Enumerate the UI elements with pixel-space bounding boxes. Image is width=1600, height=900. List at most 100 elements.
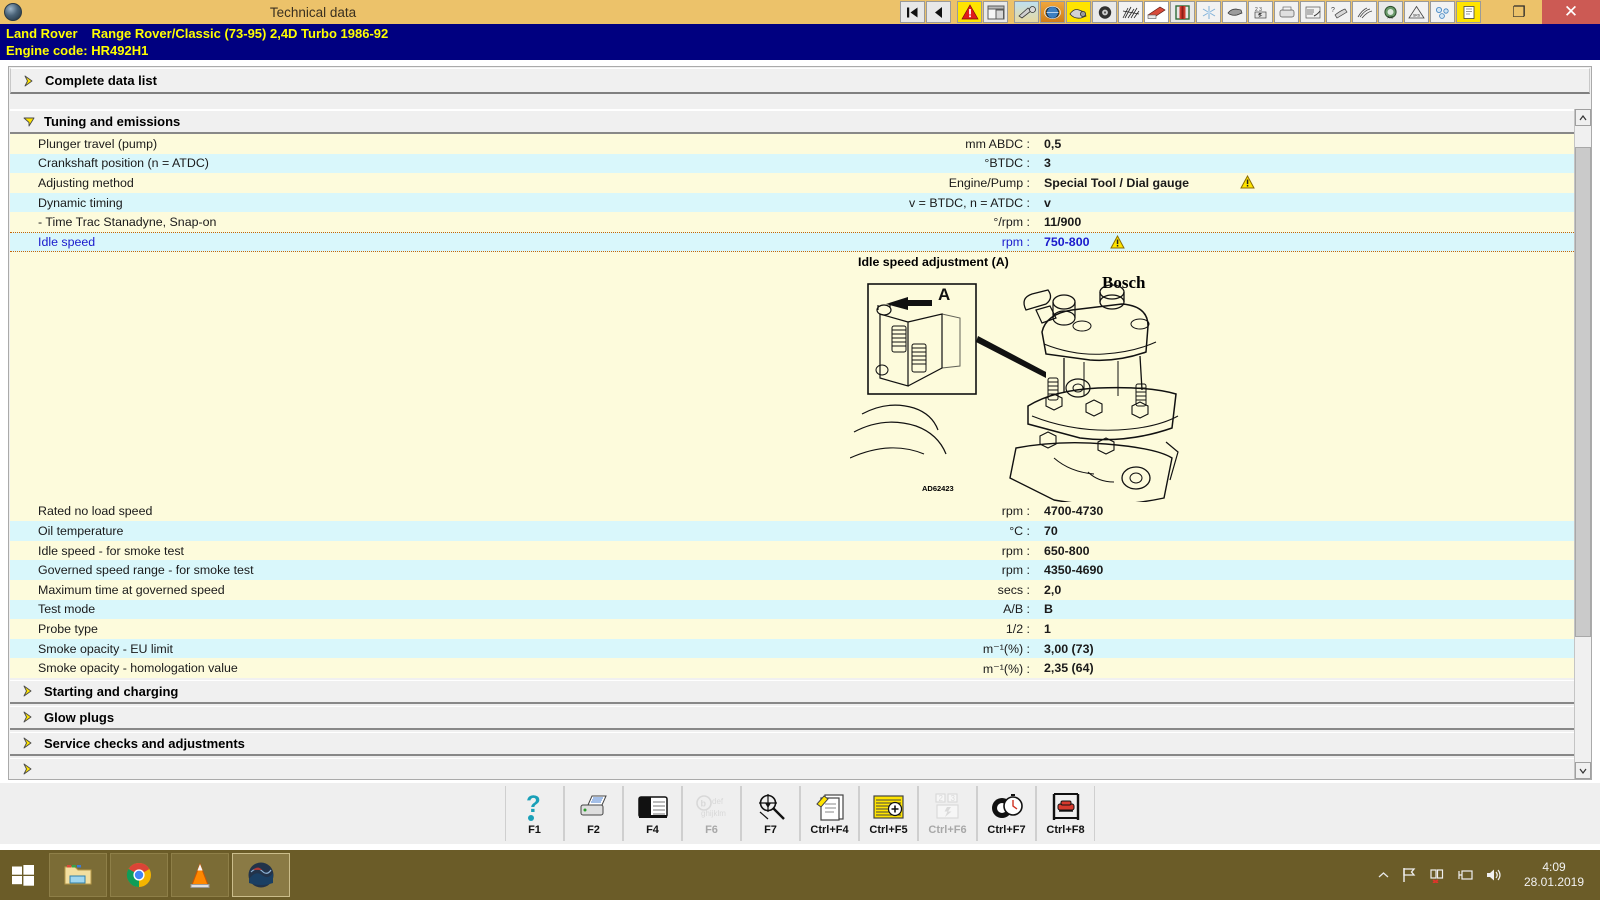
table-row[interactable]: Idle speed - for smoke testrpm :650-800 — [10, 541, 1576, 561]
tuning-rows-bottom: Rated no load speedrpm :4700-4730Oil tem… — [10, 502, 1576, 678]
previous-record-icon[interactable] — [926, 1, 951, 23]
row-unit: mm ABDC : — [670, 137, 1030, 151]
table-row[interactable]: Smoke opacity - homologation valuem⁻¹(%)… — [10, 658, 1576, 678]
taskbar-autodata[interactable] — [232, 853, 290, 897]
taskbar-vlc[interactable] — [171, 853, 229, 897]
warning-icon[interactable] — [957, 1, 982, 23]
network-disconnected-icon[interactable] — [1429, 867, 1445, 883]
display-icon[interactable] — [1457, 867, 1473, 883]
function-key-toolbar: ?F1F2F4bdefghijklmF6F7Ctrl+F4Ctrl+F523Ct… — [0, 782, 1600, 844]
battery-icon[interactable]: 2 3 — [1248, 1, 1273, 23]
row-label: Idle speed — [38, 235, 95, 249]
table-row[interactable]: - Time Trac Stanadyne, Snap-on°/rpm :11/… — [10, 212, 1576, 232]
help-icon: ? — [521, 790, 549, 823]
engine-code-value: HR492H1 — [91, 43, 148, 58]
table-row[interactable]: Plunger travel (pump)mm ABDC :0,5 — [10, 134, 1576, 154]
diagnostics-query-icon[interactable]: ? — [1326, 1, 1351, 23]
table-row[interactable]: Rated no load speedrpm :4700-4730 — [10, 502, 1576, 522]
row-unit: m⁻¹(%) : — [670, 641, 1030, 656]
wheel-alignment-icon[interactable] — [1092, 1, 1117, 23]
table-row[interactable]: Test modeA/B :B — [10, 600, 1576, 620]
technical-data-panel: Complete data list Tuning and emissions … — [8, 66, 1592, 780]
table-row[interactable]: Maximum time at governed speedsecs :2,0 — [10, 580, 1576, 600]
row-unit: rpm : — [670, 504, 1030, 518]
group-next-partial[interactable] — [10, 758, 1576, 779]
row-value: 2,0 — [1044, 583, 1061, 597]
function-key-ctrl-f7[interactable]: Ctrl+F7 — [977, 786, 1036, 841]
function-key-ctrl-f8[interactable]: Ctrl+F8 — [1036, 786, 1095, 841]
group-service-checks[interactable]: Service checks and adjustments — [10, 732, 1576, 756]
row-value: Special Tool / Dial gauge — [1044, 176, 1189, 190]
warning-triangle-icon[interactable] — [1240, 175, 1255, 189]
close-button[interactable]: ✕ — [1542, 0, 1600, 24]
row-unit: secs : — [670, 583, 1030, 597]
row-label: Dynamic timing — [38, 196, 123, 210]
lubrication-icon[interactable] — [1066, 1, 1091, 23]
table-row[interactable]: Oil temperature°C :70 — [10, 521, 1576, 541]
table-row[interactable]: Dynamic timingv = BTDC, n = ATDC :v — [10, 193, 1576, 213]
row-label: Oil temperature — [38, 524, 123, 538]
airbag-icon[interactable]: SRS — [1404, 1, 1429, 23]
group-glow-plugs[interactable]: Glow plugs — [10, 706, 1576, 730]
table-row[interactable]: Crankshaft position (n = ATDC)°BTDC :3 — [10, 154, 1576, 174]
function-key-label: Ctrl+F7 — [987, 824, 1025, 836]
function-key-f4[interactable]: F4 — [623, 786, 682, 841]
scroll-down-button[interactable] — [1575, 762, 1591, 779]
vertical-scrollbar[interactable] — [1574, 109, 1590, 779]
taskbar-file-explorer[interactable] — [49, 853, 107, 897]
row-unit: v = BTDC, n = ATDC : — [670, 196, 1030, 210]
window-panels-icon[interactable] — [983, 1, 1008, 23]
row-unit: m⁻¹(%) : — [670, 661, 1030, 676]
taskbar-clock[interactable]: 4:09 28.01.2019 — [1516, 860, 1592, 890]
group-complete-data-list[interactable]: Complete data list — [10, 68, 1590, 94]
table-row[interactable]: Idle speedrpm :750-800 — [10, 232, 1576, 252]
function-key-ctrl-f4[interactable]: Ctrl+F4 — [800, 786, 859, 841]
air-conditioning-icon[interactable] — [1196, 1, 1221, 23]
ac-gauge-icon[interactable]: A/C — [1378, 1, 1403, 23]
start-button[interactable] — [0, 850, 46, 900]
brakes-icon[interactable] — [1170, 1, 1195, 23]
show-hidden-icons[interactable] — [1378, 871, 1389, 880]
injection-pump-diagram: A — [850, 266, 1180, 502]
engine-globe-icon[interactable] — [1040, 1, 1065, 23]
key-programming-icon[interactable] — [1352, 1, 1377, 23]
table-row[interactable]: Smoke opacity - EU limitm⁻¹(%) :3,00 (73… — [10, 639, 1576, 659]
printer-icon[interactable] — [1274, 1, 1299, 23]
svg-text:?: ? — [1331, 7, 1335, 14]
tech-notes-icon[interactable] — [1456, 1, 1481, 23]
print-icon — [578, 790, 610, 823]
taskbar-google-chrome[interactable] — [110, 853, 168, 897]
timing-belt-icon[interactable] — [1144, 1, 1169, 23]
warning-triangle-icon[interactable] — [1110, 235, 1125, 249]
scrollbar-thumb[interactable] — [1575, 147, 1591, 637]
first-record-icon[interactable] — [900, 1, 925, 23]
group-tuning-and-emissions[interactable]: Tuning and emissions — [10, 110, 1576, 134]
tools-wrench-icon[interactable] — [1014, 1, 1039, 23]
service-schedule-icon[interactable] — [1300, 1, 1325, 23]
chevron-right-diamond-icon — [22, 710, 36, 724]
svg-text:A/C: A/C — [1388, 15, 1394, 19]
wiring-diagram-icon[interactable] — [1118, 1, 1143, 23]
table-row[interactable]: Probe type1/2 :1 — [10, 619, 1576, 639]
function-key-f1[interactable]: ?F1 — [505, 786, 564, 841]
scroll-up-button[interactable] — [1575, 109, 1591, 126]
function-key-ctrl-f5[interactable]: Ctrl+F5 — [859, 786, 918, 841]
table-row[interactable]: Adjusting methodEngine/Pump :Special Too… — [10, 173, 1576, 193]
row-value: 11/900 — [1044, 215, 1081, 229]
volume-icon[interactable] — [1485, 867, 1502, 883]
row-value: B — [1044, 602, 1053, 616]
clock-date: 28.01.2019 — [1516, 875, 1592, 890]
table-row[interactable]: Governed speed range - for smoke testrpm… — [10, 560, 1576, 580]
repair-times-icon[interactable] — [1430, 1, 1455, 23]
svg-text:def: def — [712, 797, 724, 806]
function-key-f2[interactable]: F2 — [564, 786, 623, 841]
spray-gun-icon[interactable] — [1222, 1, 1247, 23]
restore-button[interactable]: ❐ — [1496, 0, 1542, 24]
group-starting-and-charging[interactable]: Starting and charging — [10, 680, 1576, 704]
engine-code-label: Engine code: — [6, 43, 88, 58]
group-label: Glow plugs — [44, 710, 114, 725]
search-icon — [755, 790, 787, 823]
action-center-flag-icon[interactable] — [1401, 867, 1417, 883]
function-key-f7[interactable]: F7 — [741, 786, 800, 841]
vehicle-lift-icon — [1050, 790, 1082, 823]
